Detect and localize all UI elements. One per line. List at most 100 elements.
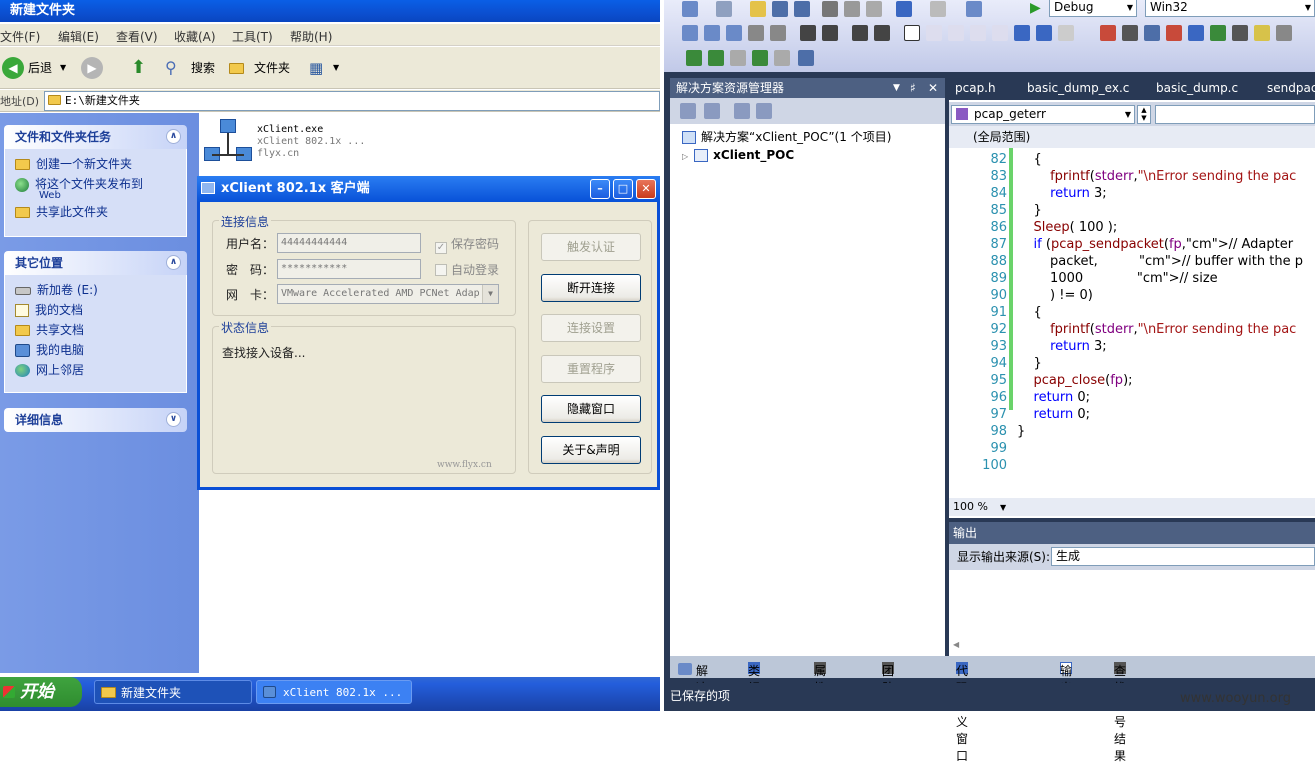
save-icon[interactable] <box>772 1 788 17</box>
close-button[interactable]: ✕ <box>636 179 656 199</box>
toolbar-icon[interactable] <box>798 50 814 66</box>
debug-icon[interactable] <box>1254 25 1270 41</box>
expand-icon[interactable]: ∨ <box>166 412 181 427</box>
reset-button[interactable]: 重置程序 <box>541 355 641 383</box>
task-publish-web-line2[interactable]: Web <box>15 191 186 203</box>
debug-icon[interactable] <box>1210 25 1226 41</box>
output-source-select[interactable]: 生成 <box>1051 547 1315 566</box>
folders-icon[interactable] <box>229 63 244 74</box>
folders-button[interactable]: 文件夹 <box>254 56 290 80</box>
details-header[interactable]: 详细信息 ∨ <box>4 408 187 432</box>
start-button[interactable]: 开始 <box>0 677 82 707</box>
new-project-icon[interactable] <box>682 1 698 17</box>
menu-help[interactable]: 帮助(H) <box>290 28 332 45</box>
save-password-checkbox[interactable]: ✓ 保存密码 <box>435 235 499 254</box>
menu-favorites[interactable]: 收藏(A) <box>174 28 216 45</box>
indent-icon[interactable] <box>800 25 816 41</box>
start-debug-icon[interactable]: ▶ <box>1030 0 1041 16</box>
toolbar-icon[interactable] <box>748 25 764 41</box>
about-button[interactable]: 关于&声明 <box>541 436 641 464</box>
search-icon[interactable]: ⚲ <box>165 56 177 80</box>
bookmark-icon[interactable] <box>1014 25 1030 41</box>
task-xclient[interactable]: xClient 802.1x ... <box>256 680 412 704</box>
connection-settings-button[interactable]: 连接设置 <box>541 314 641 342</box>
split-arrows-icon[interactable]: ▲ ▼ <box>1137 105 1151 124</box>
comment-icon[interactable] <box>852 25 868 41</box>
menu-file[interactable]: 文件(F) <box>0 28 40 45</box>
toolbar-icon[interactable] <box>770 25 786 41</box>
tab-basic-dump[interactable]: basic_dump.c <box>1156 81 1238 95</box>
maximize-button[interactable]: □ <box>613 179 633 199</box>
tab-sendpacket[interactable]: sendpac <box>1267 81 1315 95</box>
project-node[interactable]: ▷ xClient_POC <box>682 148 794 162</box>
trigger-auth-button[interactable]: 触发认证 <box>541 233 641 261</box>
uncomment-icon[interactable] <box>874 25 890 41</box>
show-all-files-icon[interactable] <box>704 103 720 119</box>
build-icon[interactable] <box>686 50 702 66</box>
bookmark-icon[interactable] <box>904 25 920 41</box>
class-diagram-icon[interactable] <box>756 103 772 119</box>
tab-solution[interactable]: 解决... <box>678 659 719 695</box>
zoom-select[interactable]: 100 % ▼ <box>949 498 1315 516</box>
menu-edit[interactable]: 编辑(E) <box>58 28 99 45</box>
back-dropdown-icon[interactable]: ▼ <box>60 56 66 80</box>
menu-tools[interactable]: 工具(T) <box>232 28 273 45</box>
undo-icon[interactable] <box>896 1 912 17</box>
debug-icon[interactable] <box>1166 25 1182 41</box>
cancel-build-icon[interactable] <box>774 50 790 66</box>
dropdown-icon[interactable]: ▼ <box>893 78 900 98</box>
place-drive-e[interactable]: 新加卷 (E:) <box>15 281 186 301</box>
nic-select[interactable]: VMware Accelerated AMD PCNet Adap ▼ <box>277 284 499 304</box>
member-select[interactable] <box>1155 105 1315 124</box>
redo-icon[interactable] <box>930 1 946 17</box>
up-folder-icon[interactable]: ⬆ <box>131 56 146 80</box>
task-share-folder[interactable]: 共享此文件夹 <box>15 203 186 223</box>
menu-view[interactable]: 查看(V) <box>116 28 158 45</box>
password-input[interactable]: *********** <box>277 259 421 279</box>
debug-icon[interactable] <box>1100 25 1116 41</box>
place-shared-documents[interactable]: 共享文档 <box>15 321 186 341</box>
toolbar-icon[interactable] <box>682 25 698 41</box>
toolbar-icon[interactable] <box>726 25 742 41</box>
task-publish-web[interactable]: 将这个文件夹发布到 <box>15 175 186 192</box>
network-app-icon[interactable] <box>204 119 252 167</box>
collapse-icon[interactable]: ∧ <box>166 129 181 144</box>
address-input[interactable]: E:\新建文件夹 <box>44 91 660 111</box>
views-dropdown-icon[interactable]: ▼ <box>333 56 339 80</box>
place-my-documents[interactable]: 我的文档 <box>15 301 186 321</box>
bookmark-icon[interactable] <box>1036 25 1052 41</box>
build-icon[interactable] <box>752 50 768 66</box>
pin-icon[interactable]: ♯ <box>910 78 916 98</box>
debug-icon[interactable] <box>1232 25 1248 41</box>
open-file-icon[interactable] <box>750 1 766 17</box>
back-arrow-icon[interactable]: ◀ <box>2 57 24 79</box>
file-item[interactable]: xClient.exe xClient 802.1x ... flyx.cn <box>257 124 365 160</box>
function-select[interactable]: pcap_geterr ▼ <box>951 105 1135 124</box>
properties-icon[interactable] <box>680 103 696 119</box>
back-button[interactable]: 后退 <box>28 56 52 80</box>
save-all-icon[interactable] <box>794 1 810 17</box>
hide-window-button[interactable]: 隐藏窗口 <box>541 395 641 423</box>
code-area[interactable]: 82 {83 fprintf(stderr,"\nError sending t… <box>949 148 1315 498</box>
toolbar-icon[interactable] <box>704 25 720 41</box>
place-my-computer[interactable]: 我的电脑 <box>15 341 186 361</box>
tab-basic-dump-ex[interactable]: basic_dump_ex.c <box>1027 81 1129 95</box>
bookmark-icon[interactable] <box>970 25 986 41</box>
paste-icon[interactable] <box>866 1 882 17</box>
username-input[interactable]: 44444444444 <box>277 233 421 253</box>
views-icon[interactable]: ▦ <box>309 56 323 80</box>
cut-icon[interactable] <box>822 1 838 17</box>
close-icon[interactable]: ✕ <box>928 78 938 98</box>
disconnect-button[interactable]: 断开连接 <box>541 274 641 302</box>
auto-login-checkbox[interactable]: 自动登录 <box>435 261 499 278</box>
navigate-icon[interactable] <box>966 1 982 17</box>
bookmark-icon[interactable] <box>1058 25 1074 41</box>
debug-icon[interactable] <box>1276 25 1292 41</box>
rebuild-icon[interactable] <box>708 50 724 66</box>
solution-node[interactable]: 解决方案“xClient_POC”(1 个项目) <box>682 128 891 145</box>
refresh-icon[interactable] <box>734 103 750 119</box>
place-network[interactable]: 网上邻居 <box>15 361 186 381</box>
search-button[interactable]: 搜索 <box>191 56 215 80</box>
config-select[interactable]: Debug ▼ <box>1049 0 1137 17</box>
forward-arrow-icon[interactable]: ▶ <box>81 57 103 79</box>
